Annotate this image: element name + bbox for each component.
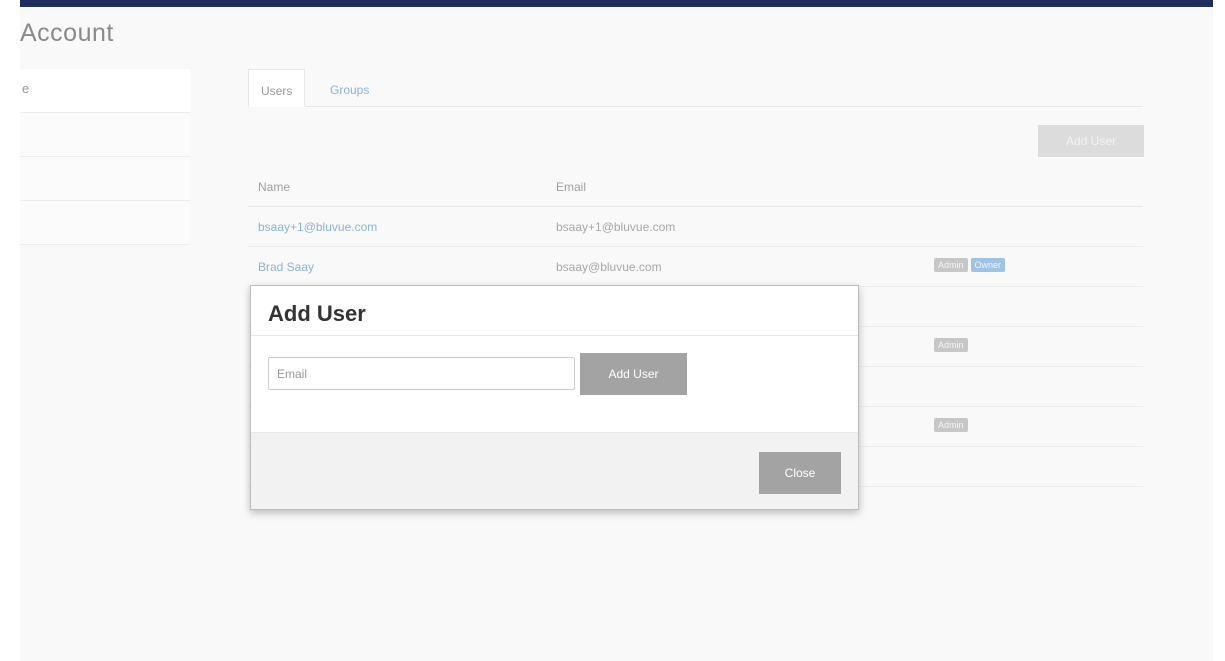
- user-name-link[interactable]: bsaay+1@bluvue.com: [258, 220, 377, 234]
- sidebar-item-0[interactable]: e: [20, 69, 190, 113]
- sidebar: e: [20, 69, 190, 245]
- role-badge: Admin: [934, 418, 968, 432]
- account-page: Account e Users Groups Add User Name Ema…: [20, 7, 1213, 661]
- role-badge: Owner: [970, 258, 1006, 272]
- modal-footer: Close: [251, 432, 858, 509]
- add-user-modal: Add User Add User Close: [250, 285, 859, 510]
- modal-header: Add User: [251, 286, 858, 336]
- table-header: Name Email: [248, 165, 1143, 207]
- sidebar-item-3[interactable]: [20, 201, 190, 245]
- email-input[interactable]: [268, 357, 575, 390]
- role-badges: Admin: [934, 337, 971, 352]
- modal-title: Add User: [268, 301, 366, 326]
- top-navigation-bar: [20, 0, 1213, 7]
- sidebar-item-2[interactable]: [20, 157, 190, 201]
- user-email: bsaay+1@bluvue.com: [556, 220, 676, 234]
- page-title: Account: [20, 19, 114, 47]
- right-gutter: [1213, 0, 1225, 661]
- modal-body: Add User: [251, 336, 858, 432]
- role-badge: Admin: [934, 338, 968, 352]
- tab-groups[interactable]: Groups: [318, 69, 381, 107]
- add-user-button[interactable]: Add User: [1038, 125, 1144, 157]
- table-row: Brad Saay bsaay@bluvue.com Admin Owner: [248, 247, 1143, 287]
- user-name-link[interactable]: Brad Saay: [258, 260, 314, 274]
- modal-add-user-button[interactable]: Add User: [580, 353, 687, 395]
- tab-users[interactable]: Users: [248, 69, 306, 107]
- column-header-name[interactable]: Name: [258, 165, 290, 205]
- sidebar-item-1[interactable]: [20, 113, 190, 157]
- close-button[interactable]: Close: [759, 452, 841, 494]
- role-badges: Admin: [934, 417, 971, 432]
- role-badge: Admin: [934, 258, 968, 272]
- tab-bar: Users Groups: [248, 69, 1143, 107]
- table-row: bsaay+1@bluvue.com bsaay+1@bluvue.com: [248, 207, 1143, 247]
- column-header-email[interactable]: Email: [556, 165, 586, 205]
- role-badges: Admin Owner: [934, 257, 1008, 272]
- user-email: bsaay@bluvue.com: [556, 260, 662, 274]
